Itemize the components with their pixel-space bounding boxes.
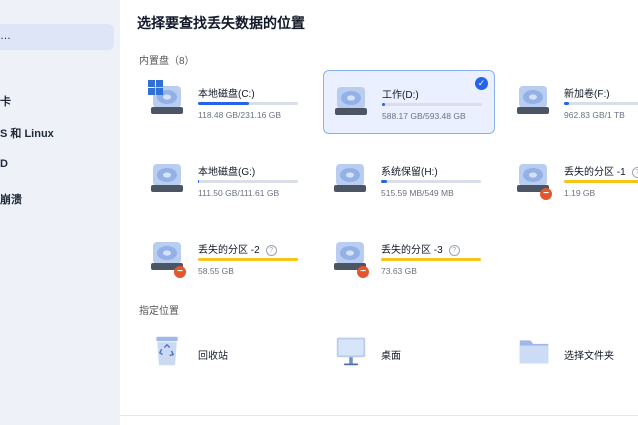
drive-size: 588.17 GB/593.48 GB xyxy=(382,111,466,121)
hard-drive-icon xyxy=(334,164,366,192)
sidebar-item-card[interactable]: 卡 xyxy=(0,93,11,109)
hard-drive-icon xyxy=(151,164,183,192)
drive-usage-bar xyxy=(382,103,482,106)
recycle-bin-icon xyxy=(156,336,178,366)
sidebar-item-label: D xyxy=(0,158,8,170)
location-label: 回收站 xyxy=(198,351,228,362)
drive-usage-bar xyxy=(198,258,298,261)
page-title: 选择要查找丢失数据的位置 xyxy=(137,15,305,31)
drive-card[interactable]: 本地磁盘(G:) 111.50 GB/111.61 GB xyxy=(140,148,310,210)
sidebar-item-label: 崩溃 xyxy=(0,194,22,206)
drive-usage-bar xyxy=(381,180,481,183)
hard-drive-icon xyxy=(517,86,549,114)
drive-card[interactable]: − 丢失的分区 -1? 1.19 GB xyxy=(506,148,638,210)
drive-usage-bar xyxy=(564,180,638,183)
drive-size: 111.50 GB/111.61 GB xyxy=(198,188,280,198)
selected-check-icon: ✓ xyxy=(475,77,488,90)
drive-size: 73.63 GB xyxy=(381,266,417,276)
lost-partition-badge-icon: − xyxy=(174,266,186,278)
drive-card[interactable]: 系统保留(H:) 515.59 MB/549 MB xyxy=(323,148,493,210)
main-content: 选择要查找丢失数据的位置 ↻ 内置盘（8） 本地磁盘(C:) 118.48 GB… xyxy=(120,0,638,425)
sidebar-item-label: S 和 Linux xyxy=(0,128,54,140)
desktop-icon xyxy=(336,337,366,366)
location-label: 桌面 xyxy=(381,351,401,362)
lost-partition-badge-icon: − xyxy=(357,266,369,278)
drive-name: 新加卷(F:) xyxy=(564,89,610,100)
location-desktop[interactable]: 桌面 xyxy=(323,333,493,373)
windows-logo-icon xyxy=(148,80,163,95)
sidebar-item-label: … xyxy=(0,30,11,42)
lost-partition-badge-icon: − xyxy=(540,188,552,200)
section-specified-locations: 指定位置 xyxy=(139,306,179,317)
drive-usage-bar xyxy=(381,258,481,261)
sidebar-item-mac-linux[interactable]: S 和 Linux xyxy=(0,125,54,141)
sidebar-item-active[interactable]: … xyxy=(0,24,114,50)
help-icon[interactable]: ? xyxy=(448,244,460,256)
footer-divider xyxy=(120,415,638,416)
sidebar-item-d[interactable]: D xyxy=(0,158,8,170)
help-icon[interactable]: ? xyxy=(265,244,277,256)
drive-name: 本地磁盘(G:) xyxy=(198,167,256,178)
help-icon[interactable]: ? xyxy=(631,166,638,178)
drive-size: 962.83 GB/1 TB xyxy=(564,110,625,120)
drive-card[interactable]: − 丢失的分区 -3? 73.63 GB xyxy=(323,226,493,288)
drive-usage-bar xyxy=(198,180,298,183)
drive-card[interactable]: 工作(D:) 588.17 GB/593.48 GB ✓ xyxy=(323,70,495,134)
hard-drive-icon xyxy=(335,87,367,115)
drive-card[interactable]: 新加卷(F:) 962.83 GB/1 TB xyxy=(506,70,638,132)
location-choose-folder[interactable]: 选择文件夹 xyxy=(506,333,638,373)
drive-size: 515.59 MB/549 MB xyxy=(381,188,454,198)
refresh-icon[interactable]: ↻ xyxy=(293,12,305,29)
drive-name: 工作(D:) xyxy=(382,90,419,101)
section-internal-drives: 内置盘（8） xyxy=(139,56,195,67)
sidebar-item-label: 卡 xyxy=(0,96,11,108)
sidebar-item-crash[interactable]: 崩溃 xyxy=(0,191,22,207)
location-recycle-bin[interactable]: 回收站 xyxy=(140,333,310,373)
location-label: 选择文件夹 xyxy=(564,351,614,362)
drive-name: 系统保留(H:) xyxy=(381,167,438,178)
drive-size: 58.55 GB xyxy=(198,266,234,276)
drive-card[interactable]: − 丢失的分区 -2? 58.55 GB xyxy=(140,226,310,288)
drive-card[interactable]: 本地磁盘(C:) 118.48 GB/231.16 GB xyxy=(140,70,310,132)
drive-size: 1.19 GB xyxy=(564,188,596,198)
drive-size: 118.48 GB/231.16 GB xyxy=(198,110,282,120)
drive-name: 丢失的分区 -3? xyxy=(381,241,460,256)
sidebar: … 卡 S 和 Linux D 崩溃 xyxy=(0,0,120,425)
drive-name: 丢失的分区 -2? xyxy=(198,241,277,256)
drive-usage-bar xyxy=(198,102,298,105)
folder-icon xyxy=(519,340,549,364)
drive-usage-bar xyxy=(564,102,638,105)
drive-name: 丢失的分区 -1? xyxy=(564,163,638,178)
drive-name: 本地磁盘(C:) xyxy=(198,89,255,100)
